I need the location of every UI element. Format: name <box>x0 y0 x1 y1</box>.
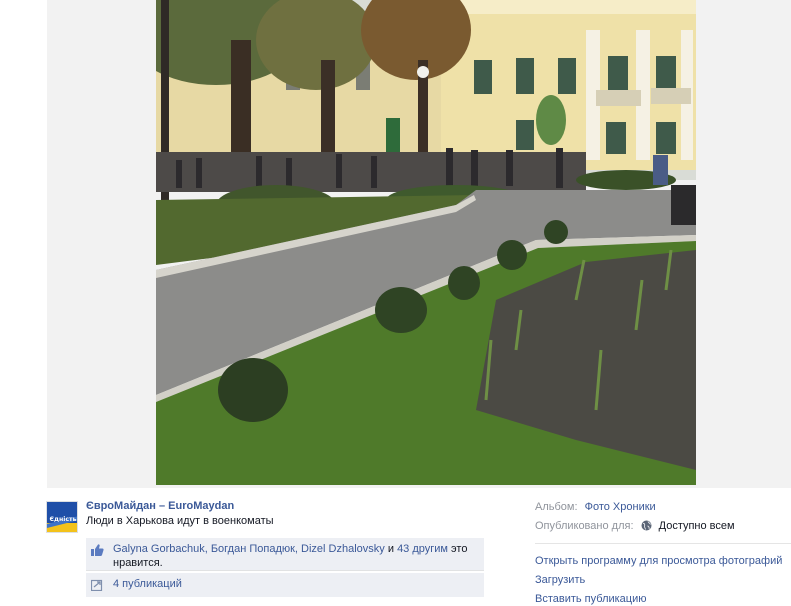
published-value: Доступно всем <box>658 520 735 532</box>
likes-others-link[interactable]: 43 другим <box>397 543 448 555</box>
photo-image <box>156 0 696 485</box>
post-photo[interactable] <box>156 0 696 485</box>
download-link[interactable]: Загрузить <box>535 574 585 586</box>
open-photo-viewer-link[interactable]: Открыть программу для просмотра фотограф… <box>535 555 782 567</box>
globe-icon[interactable] <box>641 520 652 531</box>
audience-row: Опубликовано для: Доступно всем <box>535 520 735 532</box>
shares-summary: 4 публикаций <box>86 573 484 597</box>
likes-connector: и <box>384 543 398 555</box>
album-row: Альбом: Фото Хроники <box>535 501 656 513</box>
avatar-logo-text: Єдність <box>49 515 76 523</box>
likes-text: Galyna Gorbachuk, Богдан Попадюк, Dizel … <box>113 542 473 570</box>
embed-post-link[interactable]: Вставить публикацию <box>535 593 647 605</box>
published-label: Опубликовано для: <box>535 520 634 532</box>
photo-caption: Люди в Харькова идут в военкоматы <box>86 515 274 527</box>
photo-stage <box>47 0 791 488</box>
shares-count-link[interactable]: 4 публикаций <box>113 578 182 590</box>
likes-summary: Galyna Gorbachuk, Богдан Попадюк, Dizel … <box>86 538 484 571</box>
likers-names-link[interactable]: Galyna Gorbachuk, Богдан Попадюк, Dizel … <box>113 543 385 555</box>
page-name-link[interactable]: ЄвроМайдан – EuroMaydan <box>86 500 234 512</box>
meta-divider <box>535 543 791 544</box>
album-link[interactable]: Фото Хроники <box>585 501 656 513</box>
thumbs-up-icon <box>91 544 104 556</box>
share-icon <box>91 579 103 591</box>
page-avatar[interactable]: Єдність <box>46 501 78 533</box>
album-label: Альбом: <box>535 501 578 513</box>
photo-footer: Єдність ЄвроМайдан – EuroMaydan Люди в Х… <box>0 488 791 606</box>
